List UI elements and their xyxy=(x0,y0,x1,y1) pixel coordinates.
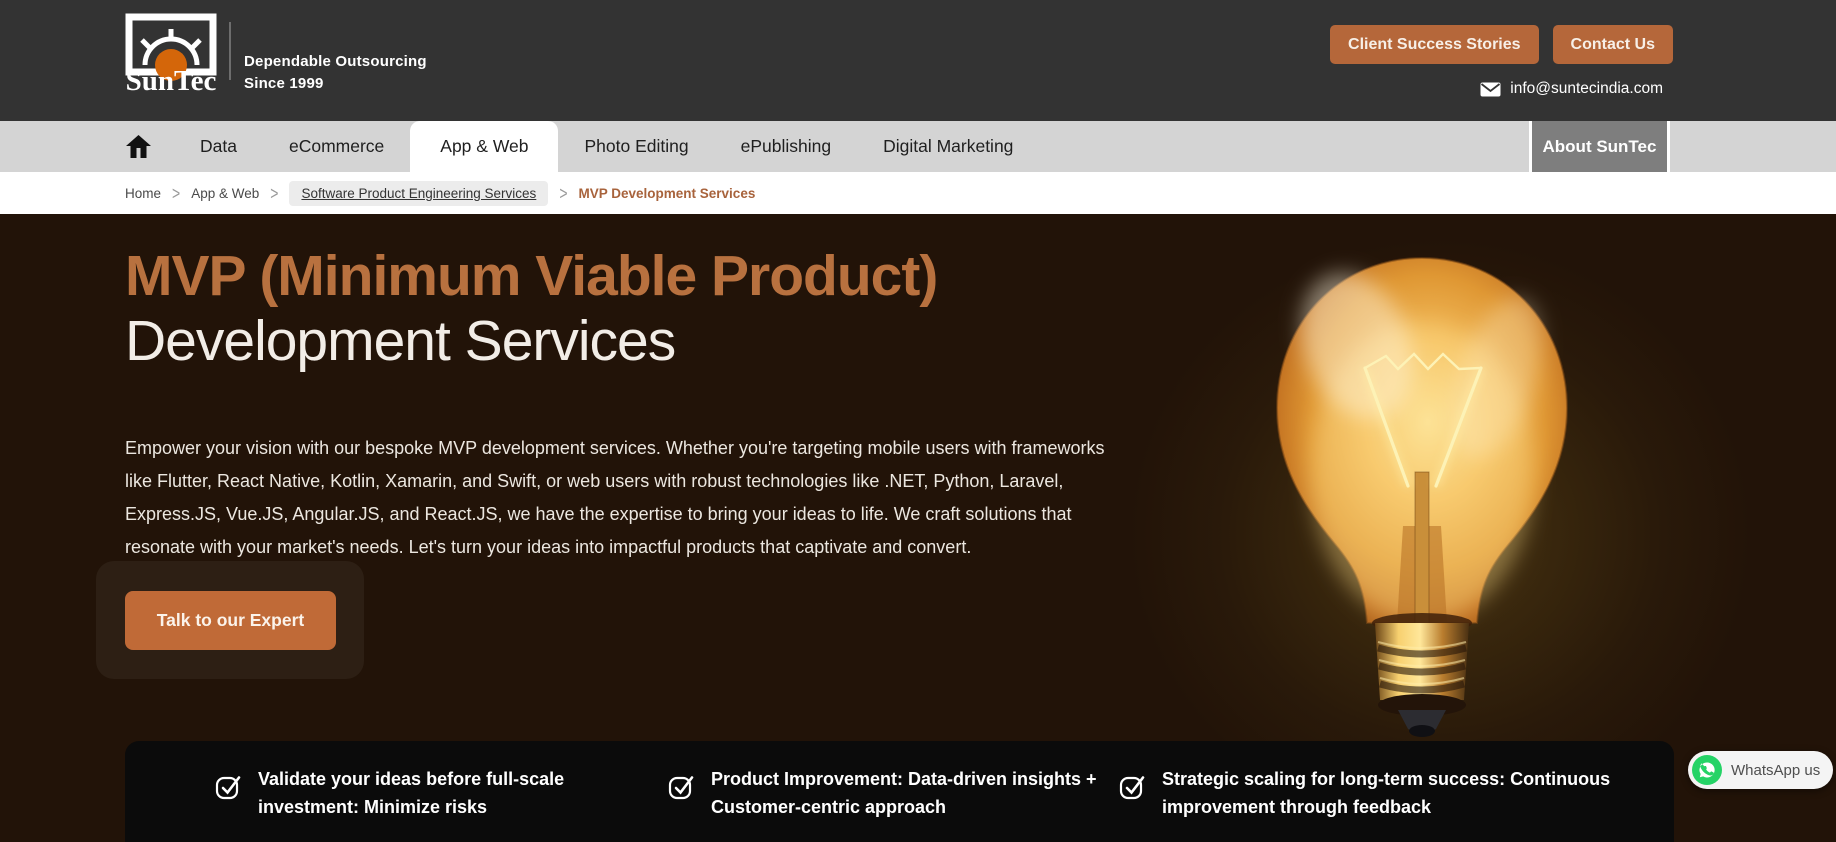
nav-item-data[interactable]: Data xyxy=(174,121,263,172)
hero-section: MVP (Minimum Viable Product) Development… xyxy=(0,214,1836,842)
about-suntec-button[interactable]: About SunTec xyxy=(1529,121,1670,172)
benefit-text: Product Improvement: Data-driven insight… xyxy=(711,769,1097,817)
check-square-icon xyxy=(668,776,694,800)
tagline-line1: Dependable Outsourcing xyxy=(244,53,427,70)
benefit-item-improvement: Product Improvement: Data-driven insight… xyxy=(667,741,1107,842)
talk-to-expert-button[interactable]: Talk to our Expert xyxy=(125,591,336,650)
benefit-item-validate: Validate your ideas before full-scale in… xyxy=(214,741,594,842)
chevron-right-icon: > xyxy=(559,182,568,204)
hero-description: Empower your vision with our bespoke MVP… xyxy=(125,438,1105,557)
benefit-text: Validate your ideas before full-scale in… xyxy=(258,769,565,817)
breadcrumb-current-page: MVP Development Services xyxy=(578,185,756,201)
page-title-line1: MVP (Minimum Viable Product) xyxy=(125,244,938,308)
chevron-right-icon: > xyxy=(172,182,181,204)
nav-items: Data eCommerce App & Web Photo Editing e… xyxy=(125,121,1039,172)
tagline-line2: Since 1999 xyxy=(244,75,324,92)
benefit-text: Strategic scaling for long-term success:… xyxy=(1162,769,1611,817)
top-header: SunTec Dependable Outsourcing Since 1999… xyxy=(0,0,1836,121)
main-nav: Data eCommerce App & Web Photo Editing e… xyxy=(0,121,1836,172)
sun-logo-icon: SunTec xyxy=(125,13,217,97)
page: SunTec Dependable Outsourcing Since 1999… xyxy=(0,0,1836,842)
logo-text: SunTec xyxy=(126,65,217,95)
envelope-icon xyxy=(1480,82,1501,96)
benefit-item-scaling: Strategic scaling for long-term success:… xyxy=(1118,741,1648,842)
email-text: info@suntecindia.com xyxy=(1510,80,1663,97)
whatsapp-button[interactable]: WhatsApp us xyxy=(1688,751,1833,789)
breadcrumb-home[interactable]: Home xyxy=(125,186,161,201)
check-square-icon xyxy=(1119,776,1145,800)
page-title: MVP (Minimum Viable Product) Development… xyxy=(125,244,938,374)
suntec-logo[interactable]: SunTec xyxy=(125,13,217,97)
breadcrumb: Home > App & Web > Software Product Engi… xyxy=(0,172,1836,214)
lightbulb-image xyxy=(1275,256,1569,737)
client-success-stories-button[interactable]: Client Success Stories xyxy=(1330,25,1539,64)
nav-item-ecommerce[interactable]: eCommerce xyxy=(263,121,410,172)
nav-item-photo-editing[interactable]: Photo Editing xyxy=(558,121,714,172)
check-square-icon xyxy=(215,776,241,800)
nav-item-app-and-web[interactable]: App & Web xyxy=(410,121,559,172)
contact-us-button[interactable]: Contact Us xyxy=(1552,25,1673,64)
page-title-line2: Development Services xyxy=(125,309,676,373)
breadcrumb-software-product-engineering[interactable]: Software Product Engineering Services xyxy=(289,180,549,206)
logo-divider xyxy=(229,22,231,80)
email-link[interactable]: info@suntecindia.com xyxy=(1480,80,1663,98)
home-icon xyxy=(126,135,151,158)
nav-item-digital-marketing[interactable]: Digital Marketing xyxy=(857,121,1039,172)
whatsapp-icon xyxy=(1692,755,1722,785)
breadcrumb-app-and-web[interactable]: App & Web xyxy=(191,186,259,201)
header-buttons: Client Success Stories Contact Us xyxy=(1330,25,1673,64)
chevron-right-icon: > xyxy=(270,182,279,204)
nav-home-button[interactable] xyxy=(125,121,174,172)
benefits-bar: Validate your ideas before full-scale in… xyxy=(125,741,1674,842)
tagline: Dependable Outsourcing Since 1999 xyxy=(244,51,427,95)
nav-item-epublishing[interactable]: ePublishing xyxy=(715,121,857,172)
whatsapp-label: WhatsApp us xyxy=(1731,761,1821,779)
